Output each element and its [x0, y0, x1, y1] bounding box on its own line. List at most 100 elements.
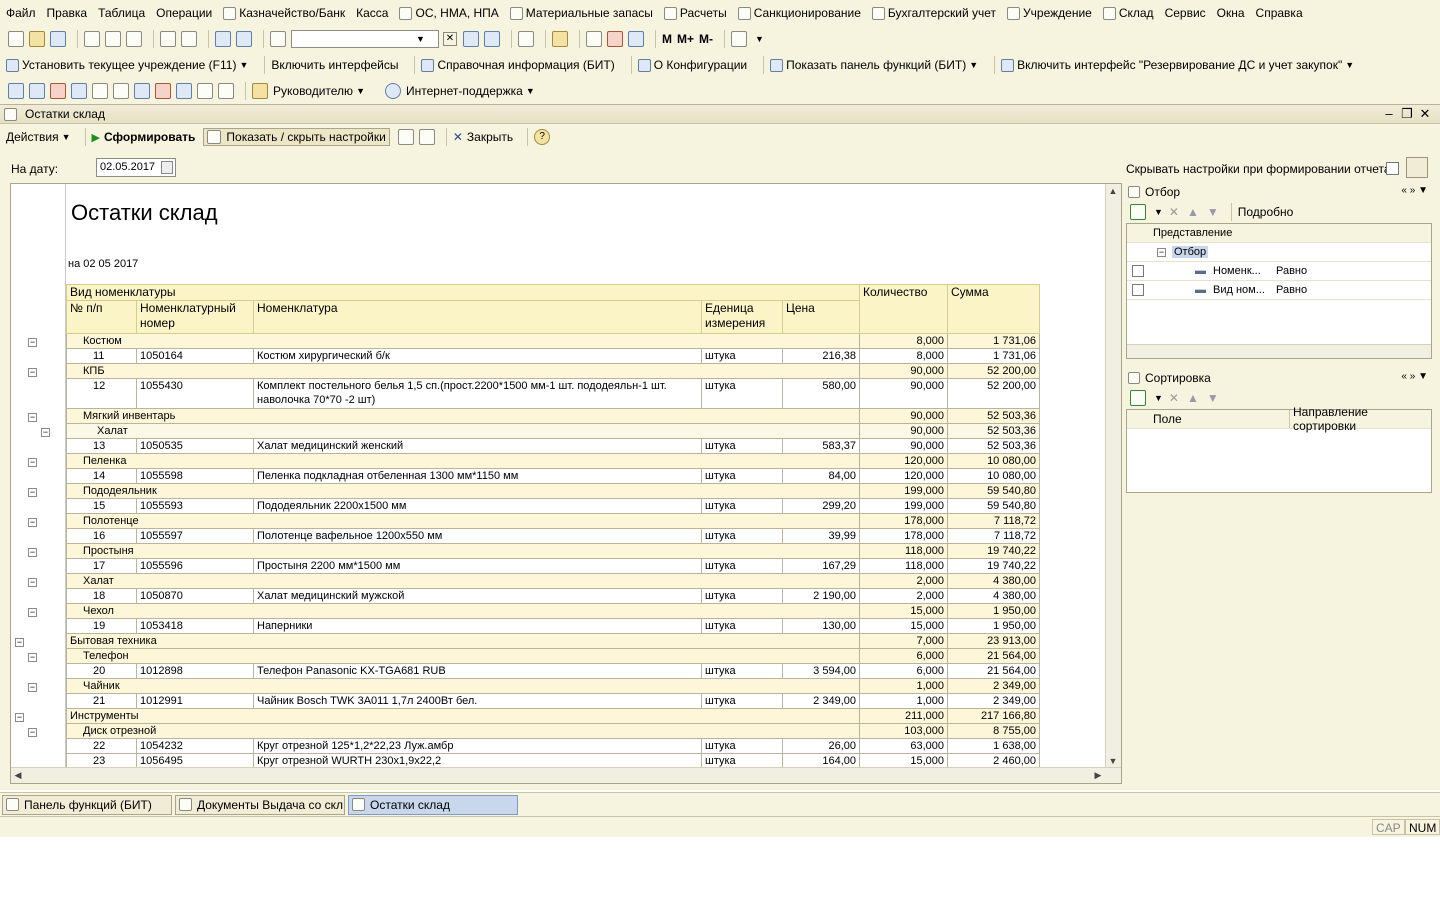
filter-row[interactable]: ▬ Вид ном... Равно [1127, 281, 1431, 300]
group-row[interactable]: Пододеяльник 199,000 59 540,80 [66, 483, 1040, 499]
function-button[interactable]: О Конфигурации [637, 58, 747, 72]
group-row[interactable]: Телефон 6,000 21 564,00 [66, 648, 1040, 664]
function-button[interactable]: Установить текущее учреждение (F11) ▼ [6, 58, 248, 72]
table-row[interactable]: 17 1055596 Простыня 2200 мм*1500 мм штука 16… [66, 558, 1040, 574]
tools-icon[interactable] [731, 31, 748, 47]
group-row[interactable]: Мягкий инвентарь 90,000 52 503,36 [66, 408, 1040, 424]
function-button[interactable]: Показать панель функций (БИТ) ▼ [770, 58, 978, 72]
manager-dropdown-icon[interactable]: ▼ [356, 86, 365, 96]
report-icon-11[interactable] [218, 83, 234, 99]
collapse-group-icon[interactable]: − [28, 337, 37, 347]
open-folder-icon[interactable] [29, 31, 45, 47]
collapse-group-icon[interactable]: − [28, 607, 37, 617]
menu-item[interactable]: ОС, НМА, НПА [399, 6, 499, 20]
expand-icon[interactable] [418, 129, 435, 145]
collapse-filter-icon[interactable]: − [1157, 247, 1166, 257]
find-next-icon[interactable] [463, 31, 479, 47]
date-input[interactable]: 02.05.2017 [96, 158, 176, 177]
find-previous-icon[interactable] [484, 31, 500, 47]
report-icon-3[interactable] [50, 83, 66, 99]
find-icon[interactable] [270, 31, 286, 47]
report-icon-4[interactable] [71, 83, 87, 99]
table-row[interactable]: 20 1012898 Телефон Panasonic KX-TGA681 RUB… [66, 663, 1040, 679]
clear-search-icon[interactable]: ✕ [443, 32, 457, 46]
collapse-group-icon[interactable]: − [28, 577, 37, 587]
report-icon-7[interactable] [134, 83, 150, 99]
scroll-left-icon[interactable]: ◀ [11, 768, 25, 782]
minimize-icon[interactable]: – [1380, 107, 1398, 121]
add-filter-dropdown-icon[interactable]: ▼ [1154, 207, 1163, 217]
sort-move-down-icon[interactable]: ▼ [1207, 391, 1219, 405]
collapse-group-icon[interactable]: − [28, 367, 37, 377]
menu-item[interactable]: Таблица [98, 6, 145, 20]
memory-minus-button[interactable]: М- [699, 32, 713, 46]
report-icon-5[interactable] [92, 83, 108, 99]
group-row[interactable]: Инструменты 211,000 217 166,80 [66, 708, 1040, 724]
table-row[interactable]: 19 1053418 Наперники штука 130,00 15,000 1 950… [66, 618, 1040, 634]
collapse-group-icon[interactable]: − [28, 547, 37, 557]
collapse-group-icon[interactable]: − [28, 412, 37, 422]
details-button[interactable]: Подробно [1238, 205, 1294, 219]
group-row[interactable]: Бытовая техника 7,000 23 913,00 [66, 633, 1040, 649]
dropdown-icon[interactable]: ▼ [969, 60, 978, 70]
filter-panel-controls-icon[interactable]: « » ▼ [1401, 185, 1428, 196]
collapse-group-icon[interactable]: − [28, 487, 37, 497]
group-row[interactable]: Диск отрезной 103,000 8 755,00 [66, 723, 1040, 739]
table-row[interactable]: 13 1050535 Халат медицинский женский штука 5… [66, 438, 1040, 454]
group-row[interactable]: Халат 90,000 52 503,36 [66, 423, 1040, 439]
task-warehouse-balance[interactable]: Остатки склад [348, 794, 518, 815]
filter-row-checkbox[interactable] [1132, 284, 1144, 296]
print-icon[interactable] [160, 31, 176, 47]
scroll-right-icon[interactable]: ▶ [1091, 768, 1105, 782]
help-icon[interactable]: ? [534, 129, 551, 145]
menu-item[interactable]: Санкционирование [737, 6, 861, 20]
group-row[interactable]: Костюм 8,000 1 731,06 [66, 333, 1040, 349]
menu-item[interactable]: Касса [356, 6, 388, 20]
filter-root-row[interactable]: − Отбор [1127, 243, 1431, 262]
horizontal-scrollbar[interactable]: ◀ ▶ [11, 767, 1121, 783]
settings-wrench-icon[interactable] [1406, 157, 1428, 178]
add-filter-icon[interactable] [1130, 204, 1146, 220]
manager-menu[interactable]: Руководителю [273, 84, 353, 98]
collapse-group-icon[interactable]: − [15, 712, 24, 722]
generate-button[interactable]: ▶ Сформировать [92, 130, 196, 144]
table-row[interactable]: 11 1050164 Костюм хирургический б/к штука 21… [66, 348, 1040, 364]
calculator-icon[interactable] [586, 31, 602, 47]
delete-filter-icon[interactable]: ✕ [1169, 205, 1179, 219]
print-preview-icon[interactable] [181, 31, 197, 47]
internet-support-menu[interactable]: Интернет-поддержка [406, 84, 523, 98]
menu-item[interactable]: Расчеты [663, 6, 727, 20]
cut-icon[interactable] [84, 31, 100, 47]
table-row[interactable]: 16 1055597 Полотенце вафельное 1200х550 мм… [66, 528, 1040, 544]
group-row[interactable]: КПБ 90,000 52 200,00 [66, 363, 1040, 379]
task-issue-documents[interactable]: Документы Выдача со скл... [175, 794, 345, 815]
add-sort-dropdown-icon[interactable]: ▼ [1154, 393, 1163, 403]
close-window-icon[interactable]: ✕ [1416, 107, 1434, 121]
toggle-settings-button[interactable]: Показать / скрыть настройки [203, 128, 390, 146]
menu-item[interactable]: Справка [1256, 6, 1303, 20]
paste-icon[interactable] [126, 31, 142, 47]
table-row[interactable]: 14 1055598 Пеленка подкладная отбеленная 1… [66, 468, 1040, 484]
move-up-icon[interactable]: ▲ [1187, 205, 1199, 219]
calendar-icon[interactable] [607, 31, 623, 47]
menu-item[interactable]: Казначейство/Банк [223, 6, 345, 20]
hide-settings-checkbox[interactable] [1386, 162, 1399, 175]
menu-item[interactable]: Операции [156, 6, 212, 20]
move-down-icon[interactable]: ▼ [1207, 205, 1219, 219]
menu-item[interactable]: Материальные запасы [509, 6, 653, 20]
collapse-group-icon[interactable]: − [28, 682, 37, 692]
report-icon-10[interactable] [197, 83, 213, 99]
copy-icon[interactable] [105, 31, 121, 47]
save-icon[interactable] [50, 31, 66, 47]
sort-move-up-icon[interactable]: ▲ [1187, 391, 1199, 405]
close-report-button[interactable]: ✕ Закрыть [453, 130, 513, 144]
report-icon-1[interactable] [8, 83, 24, 99]
users-icon[interactable] [628, 31, 644, 47]
vertical-scrollbar[interactable]: ▲ ▼ [1105, 184, 1121, 768]
table-row[interactable]: 21 1012991 Чайник Bosch TWK 3A011 1,7л 240… [66, 693, 1040, 709]
collapse-group-icon[interactable]: − [28, 727, 37, 737]
new-document-icon[interactable] [8, 31, 24, 47]
function-button[interactable]: Справочная информация (БИТ) [421, 58, 615, 72]
undo-icon[interactable] [215, 31, 231, 47]
windows-icon[interactable] [518, 31, 534, 47]
